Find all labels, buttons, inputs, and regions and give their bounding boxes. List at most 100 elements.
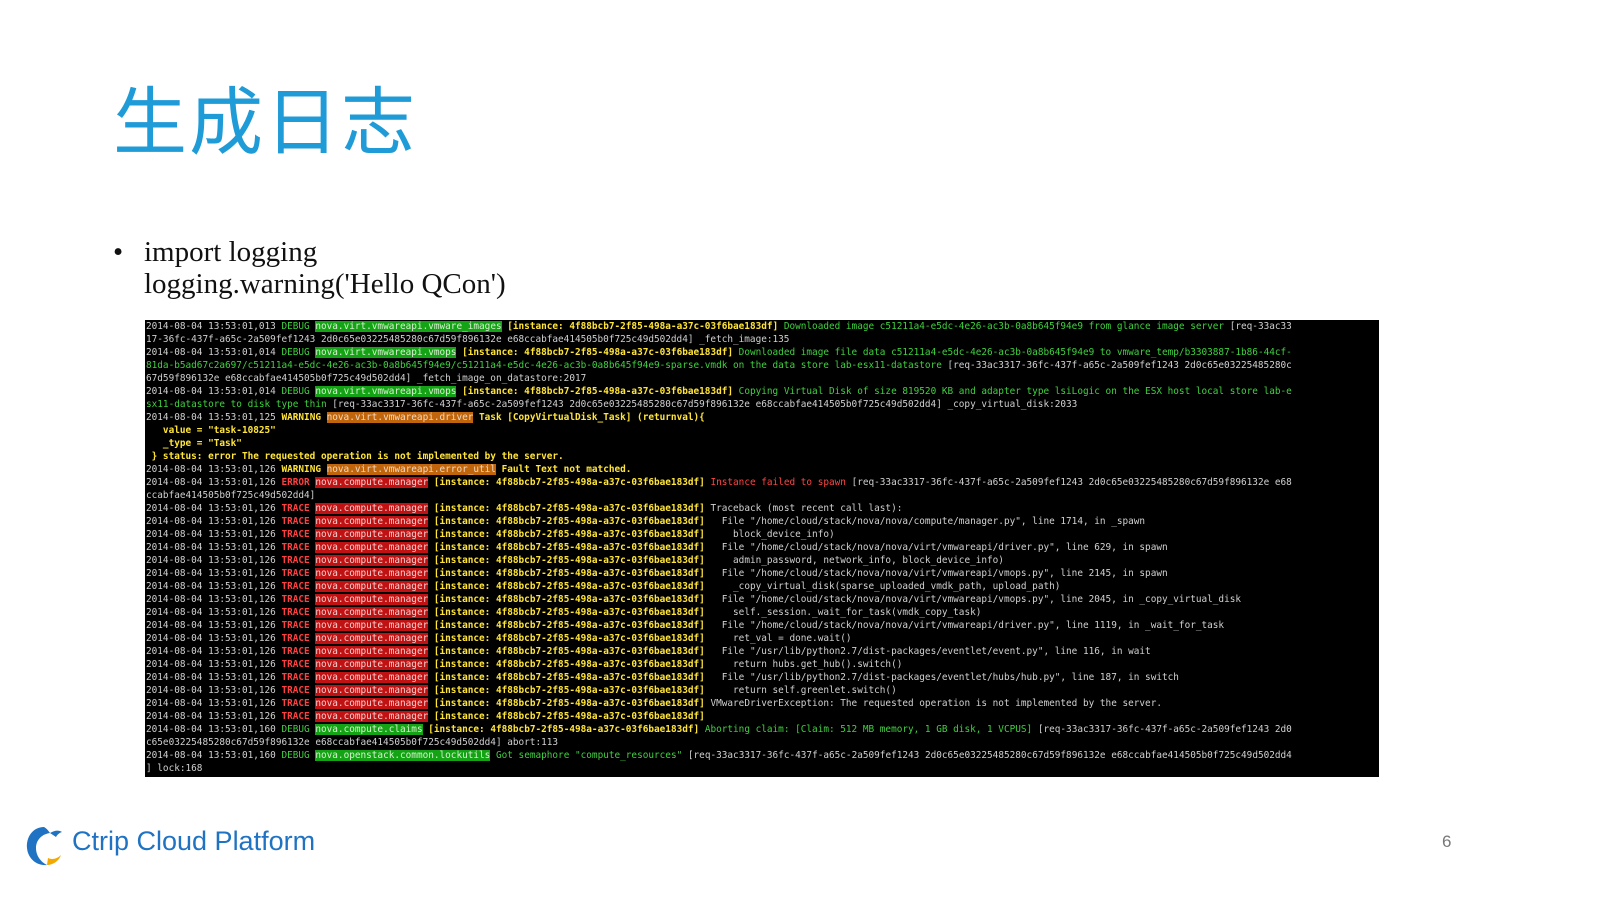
log-segment: [instance: 4f88bcb7-2f85-498a-a37c-03f6b… (428, 607, 711, 618)
log-segment: [instance: 4f88bcb7-2f85-498a-a37c-03f6b… (422, 724, 705, 735)
log-line: value = "task-10825" (146, 424, 1379, 437)
page-number: 6 (1442, 832, 1452, 851)
log-segment: TRACE (281, 607, 316, 618)
log-segment: WARNING (281, 412, 327, 423)
log-line: ] lock:168 (146, 762, 1379, 775)
log-segment: [instance: 4f88bcb7-2f85-498a-a37c-03f6b… (428, 594, 711, 605)
log-segment: Traceback (most recent call last): (710, 503, 903, 514)
log-line: 2014-08-04 13:53:01,126 TRACE nova.compu… (146, 554, 1379, 567)
log-segment: [instance: 4f88bcb7-2f85-498a-a37c-03f6b… (428, 698, 711, 709)
log-segment: WARNING (281, 464, 327, 475)
log-segment: TRACE (281, 503, 316, 514)
log-segment: [instance: 4f88bcb7-2f85-498a-a37c-03f6b… (428, 555, 711, 566)
log-line: 2014-08-04 13:53:01,126 TRACE nova.compu… (146, 697, 1379, 710)
log-segment: Downloaded image file data c51211a4-e5dc… (738, 347, 1292, 358)
log-segment: 67d59f896132e e68ccabfae414505b0f725c49d… (146, 373, 587, 384)
log-segment: [instance: 4f88bcb7-2f85-498a-a37c-03f6b… (428, 542, 711, 553)
log-segment: nova.compute.manager (315, 581, 429, 592)
log-segment: TRACE (281, 698, 316, 709)
dolphin-logo-icon (26, 827, 62, 866)
log-line: 2014-08-04 13:53:01,160 DEBUG nova.opens… (146, 749, 1379, 762)
log-segment: 2014-08-04 13:53:01,014 (146, 347, 282, 358)
log-segment: File "/home/cloud/stack/nova/nova/virt/v… (710, 542, 1168, 553)
log-segment: 2014-08-04 13:53:01,126 (146, 555, 282, 566)
log-segment: ret_val = done.wait() (710, 633, 852, 644)
log-segment: nova.compute.manager (315, 685, 429, 696)
log-segment: File "/usr/lib/python2.7/dist-packages/e… (710, 672, 1179, 683)
bullet-marker: • (113, 236, 124, 268)
log-line: _type = "Task" (146, 437, 1379, 450)
log-segment: nova.compute.manager (315, 594, 429, 605)
log-line: 2014-08-04 13:53:01,126 TRACE nova.compu… (146, 606, 1379, 619)
log-segment: 2014-08-04 13:53:01,126 (146, 646, 282, 657)
log-segment: 2014-08-04 13:53:01,126 (146, 594, 282, 605)
log-segment: [instance: 4f88bcb7-2f85-498a-a37c-03f6b… (428, 659, 711, 670)
log-segment: 2014-08-04 13:53:01,126 (146, 529, 282, 540)
log-segment: 2014-08-04 13:53:01,126 (146, 672, 282, 683)
log-segment: [req-33ac3317-36fc-437f-a65c-2a509fef124… (851, 477, 1292, 488)
log-segment: TRACE (281, 659, 316, 670)
log-segment: ccabfae414505b0f725c49d502dd4] (146, 490, 316, 501)
log-segment: nova.openstack.common.lockutils (315, 750, 491, 761)
log-segment: 2014-08-04 13:53:01,014 (146, 386, 282, 397)
log-segment: nova.compute.manager (315, 672, 429, 683)
log-segment: 2014-08-04 13:53:01,126 (146, 711, 282, 722)
log-segment: [req-33ac3317-36fc-437f-a65c-2a509fef124… (947, 360, 1292, 371)
log-segment: DEBUG (281, 750, 316, 761)
log-segment: TRACE (281, 568, 316, 579)
log-segment: nova.compute.manager (315, 620, 429, 631)
log-segment: nova.compute.manager (315, 607, 429, 618)
log-segment: self._session._wait_for_task(vmdk_copy_t… (710, 607, 982, 618)
log-line: ccabfae414505b0f725c49d502dd4] (146, 489, 1379, 502)
log-segment: sx11-datastore to disk type thin (146, 399, 333, 410)
log-segment: 2014-08-04 13:53:01,126 (146, 542, 282, 553)
terminal-log-screenshot: 2014-08-04 13:53:01,013 DEBUG nova.virt.… (145, 320, 1379, 777)
log-segment: block_device_info) (710, 529, 835, 540)
log-segment: 17-36fc-437f-a65c-2a509fef1243 2d0c65e03… (146, 334, 790, 345)
log-segment: TRACE (281, 529, 316, 540)
log-segment: nova.virt.vmwareapi.vmops (315, 347, 457, 358)
log-segment: _type = "Task" (146, 438, 242, 449)
log-segment: [instance: 4f88bcb7-2f85-498a-a37c-03f6b… (428, 711, 705, 722)
log-segment: File "/home/cloud/stack/nova/nova/virt/v… (710, 594, 1242, 605)
log-line: c65e03225485280c67d59f896132e e68ccabfae… (146, 736, 1379, 749)
log-line: 2014-08-04 13:53:01,014 DEBUG nova.virt.… (146, 385, 1379, 398)
log-segment: nova.compute.claims (315, 724, 423, 735)
log-line: 2014-08-04 13:53:01,160 DEBUG nova.compu… (146, 723, 1379, 736)
log-segment: [instance: 4f88bcb7-2f85-498a-a37c-03f6b… (428, 516, 711, 527)
log-line: 2014-08-04 13:53:01,126 ERROR nova.compu… (146, 476, 1379, 489)
log-line: 2014-08-04 13:53:01,126 TRACE nova.compu… (146, 619, 1379, 632)
log-segment: 2014-08-04 13:53:01,160 (146, 750, 282, 761)
log-segment: [instance: 4f88bcb7-2f85-498a-a37c-03f6b… (428, 477, 711, 488)
log-segment: 2014-08-04 13:53:01,126 (146, 633, 282, 644)
log-line: 2014-08-04 13:53:01,126 TRACE nova.compu… (146, 580, 1379, 593)
log-segment: nova.compute.manager (315, 555, 429, 566)
log-segment: DEBUG (281, 321, 316, 332)
log-segment: 2014-08-04 13:53:01,126 (146, 581, 282, 592)
log-segment: [req-33ac3317-36fc-437f-a65c-2a509fef124… (687, 750, 1292, 761)
log-segment: TRACE (281, 620, 316, 631)
log-segment: [instance: 4f88bcb7-2f85-498a-a37c-03f6b… (428, 646, 711, 657)
log-segment: 2014-08-04 13:53:01,126 (146, 620, 282, 631)
log-segment: Aborting claim: [Claim: 512 MB memory, 1… (704, 724, 1038, 735)
log-segment: [instance: 4f88bcb7-2f85-498a-a37c-03f6b… (428, 685, 711, 696)
log-line: 2014-08-04 13:53:01,126 TRACE nova.compu… (146, 567, 1379, 580)
log-line: 2014-08-04 13:53:01,126 TRACE nova.compu… (146, 645, 1379, 658)
log-segment: nova.compute.manager (315, 503, 429, 514)
log-line: 81da-b5ad67c2a697/c51211a4-e5dc-4e26-ac3… (146, 359, 1379, 372)
log-segment: [instance: 4f88bcb7-2f85-498a-a37c-03f6b… (456, 347, 739, 358)
log-segment: admin_password, network_info, block_devi… (710, 555, 1004, 566)
log-output: 2014-08-04 13:53:01,013 DEBUG nova.virt.… (145, 320, 1379, 775)
log-segment: nova.compute.manager (315, 477, 429, 488)
log-line: 17-36fc-437f-a65c-2a509fef1243 2d0c65e03… (146, 333, 1379, 346)
log-segment: [instance: 4f88bcb7-2f85-498a-a37c-03f6b… (428, 581, 711, 592)
log-segment: 2014-08-04 13:53:01,125 (146, 412, 282, 423)
log-segment: return hubs.get_hub().switch() (710, 659, 903, 670)
log-segment: 2014-08-04 13:53:01,126 (146, 685, 282, 696)
log-segment: Instance failed to spawn (710, 477, 852, 488)
log-line: 2014-08-04 13:53:01,126 TRACE nova.compu… (146, 541, 1379, 554)
log-segment: File "/home/cloud/stack/nova/nova/virt/v… (710, 620, 1225, 631)
log-segment: c65e03225485280c67d59f896132e e68ccabfae… (146, 737, 559, 748)
log-segment: nova.compute.manager (315, 516, 429, 527)
log-segment: TRACE (281, 633, 316, 644)
